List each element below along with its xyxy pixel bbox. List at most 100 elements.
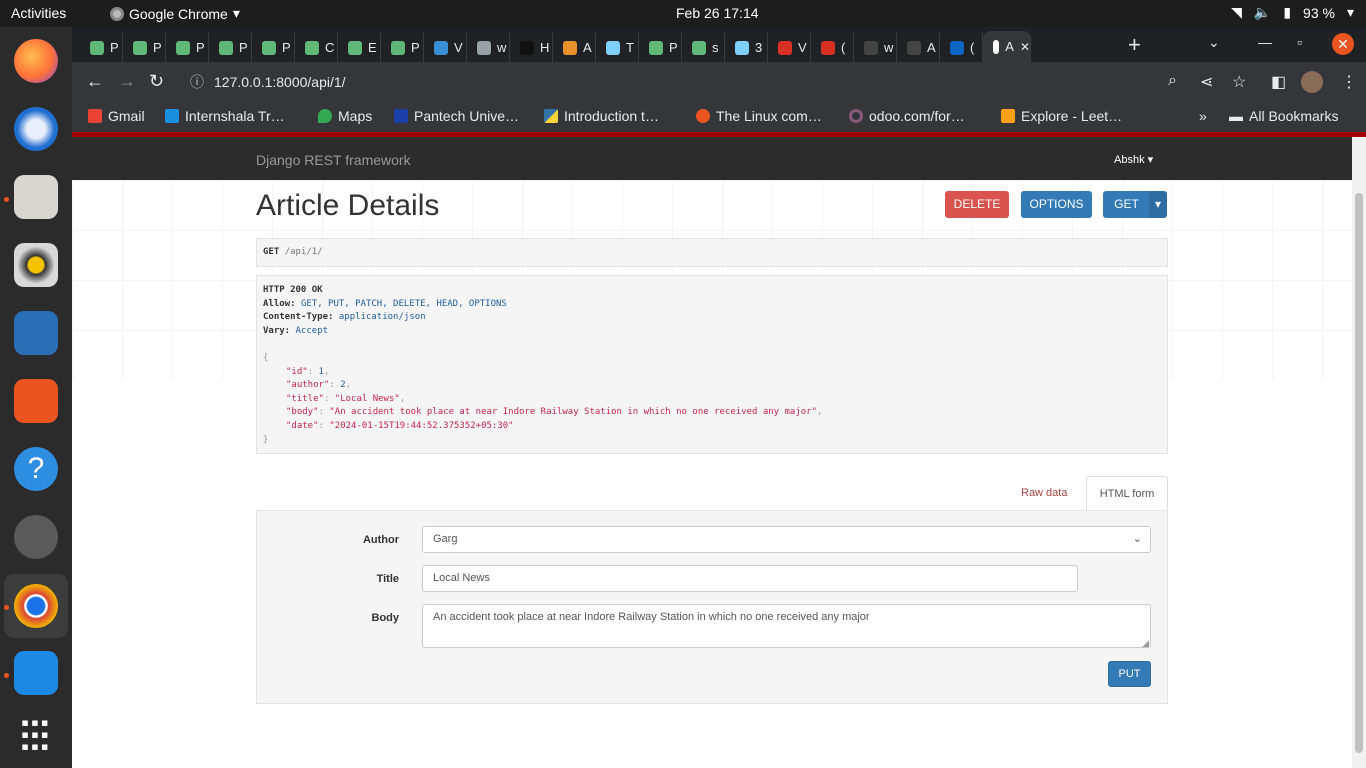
chevron-down-icon: ⌄ [1132, 533, 1142, 545]
browser-tab[interactable]: P [166, 33, 209, 62]
browser-tab[interactable]: 3 [725, 33, 768, 62]
browser-tab[interactable]: P [209, 33, 252, 62]
dock-chrome[interactable] [4, 574, 68, 638]
help-icon: ? [14, 447, 58, 491]
bookmark-maps[interactable]: Maps [318, 108, 372, 124]
tab-favicon-icon [305, 40, 319, 55]
dock-thunderbird[interactable] [10, 103, 62, 155]
gmail-icon [88, 109, 102, 123]
zoom-icon[interactable]: ⌕ [1168, 72, 1177, 90]
address-bar[interactable]: ⓘ 127.0.0.1:8000/api/1/ [180, 67, 1230, 97]
reload-button[interactable]: ↻ [149, 71, 164, 92]
dock-rhythmbox[interactable] [10, 239, 62, 291]
forward-button[interactable]: → [118, 71, 136, 92]
delete-button[interactable]: DELETE [945, 191, 1009, 218]
browser-tab[interactable]: T [596, 33, 639, 62]
browser-tab[interactable]: H [510, 33, 553, 62]
get-button[interactable]: GET [1103, 191, 1150, 218]
app-menu[interactable]: Google Chrome ▾ [110, 5, 240, 22]
bookmark-gmail[interactable]: Gmail [88, 108, 145, 124]
bookmark-leetcode[interactable]: Explore - Leet… [1001, 108, 1122, 124]
tab-search-icon[interactable]: ⌄ [1208, 34, 1220, 51]
browser-tab[interactable]: s [682, 33, 725, 62]
author-select[interactable]: Garg ⌄ [422, 526, 1151, 553]
scrollbar[interactable] [1352, 137, 1366, 768]
browser-tab[interactable]: w [467, 33, 510, 62]
bookmark-odoo[interactable]: odoo.com/for… [849, 108, 965, 124]
body-textarea[interactable]: An accident took place at near Indore Ra… [422, 604, 1151, 648]
site-info-icon[interactable]: ⓘ [190, 67, 204, 97]
tab-favicon-icon [778, 40, 792, 55]
tab-html-form[interactable]: HTML form [1086, 476, 1168, 510]
share-icon[interactable]: ⋖ [1200, 72, 1213, 92]
activities-button[interactable]: Activities [11, 5, 66, 21]
bookmark-pantech[interactable]: Pantech Unive… [394, 108, 519, 124]
tab-favicon-icon [219, 40, 233, 55]
browser-tab[interactable]: ( [811, 33, 854, 62]
browser-tab[interactable]: P [381, 33, 424, 62]
bookmark-internshala[interactable]: Internshala Tr… [165, 108, 285, 124]
side-panel-icon[interactable]: ◧ [1271, 72, 1286, 92]
python-icon [544, 109, 558, 123]
thunderbird-icon [14, 107, 58, 151]
maximize-button[interactable]: ▫ [1297, 34, 1302, 50]
close-tab-icon[interactable]: ✕ [1020, 40, 1030, 54]
tab-favicon-icon [864, 40, 878, 55]
clock[interactable]: Feb 26 17:14 [676, 5, 759, 21]
back-button[interactable]: ← [86, 71, 104, 92]
bookmarks-overflow[interactable]: » [1199, 108, 1207, 124]
bookmark-linux[interactable]: The Linux com… [696, 108, 822, 124]
writer-icon [14, 311, 58, 355]
title-label: Title [376, 573, 399, 585]
resize-handle[interactable]: ◢ [1142, 638, 1149, 649]
minimize-button[interactable]: — [1258, 34, 1272, 50]
system-tray[interactable]: ◥ 🔈 ▮ 93 % ▾ [1231, 4, 1354, 21]
tab-title: A [1005, 39, 1014, 54]
running-indicator [4, 197, 9, 202]
new-tab-button[interactable]: + [1128, 32, 1141, 58]
browser-tab[interactable]: P [639, 33, 682, 62]
tab-title: w [497, 40, 507, 55]
dock-help[interactable]: ? [10, 443, 62, 495]
browser-tab[interactable]: A [897, 33, 940, 62]
browser-tab[interactable]: P [80, 33, 123, 62]
browser-tab[interactable]: E [338, 33, 381, 62]
put-form: Author Garg ⌄ Title Local News Body An a… [256, 510, 1168, 704]
show-apps-button[interactable]: ▪▪▪ ▪▪▪ ▪▪▪ [10, 709, 62, 761]
all-bookmarks[interactable]: ▬ All Bookmarks [1229, 108, 1338, 124]
browser-tab[interactable]: A [553, 33, 596, 62]
scrollbar-thumb[interactable] [1355, 193, 1363, 753]
folder-icon: ▬ [1229, 108, 1243, 124]
dock-firefox[interactable] [10, 35, 62, 87]
options-button[interactable]: OPTIONS [1021, 191, 1092, 218]
dock-app-center[interactable] [10, 375, 62, 427]
browser-tab[interactable]: A ✕ [983, 31, 1031, 62]
tab-favicon-icon [391, 40, 405, 55]
request-method: GET [263, 247, 280, 257]
vary-header: Accept [295, 325, 329, 336]
avatar[interactable] [1301, 71, 1323, 93]
tab-title: P [110, 40, 119, 55]
browser-tab[interactable]: V [424, 33, 467, 62]
pantech-icon [394, 109, 408, 123]
dock-updater[interactable] [10, 511, 62, 563]
browser-tab[interactable]: ( [940, 33, 983, 62]
browser-tab[interactable]: w [854, 33, 897, 62]
browser-tab[interactable]: V [768, 33, 811, 62]
browser-tab[interactable]: C [295, 33, 338, 62]
get-format-dropdown[interactable]: ▾ [1149, 191, 1167, 218]
browser-tab[interactable]: P [123, 33, 166, 62]
put-button[interactable]: PUT [1108, 661, 1151, 687]
dock-writer[interactable] [10, 307, 62, 359]
browser-tab[interactable]: P [252, 33, 295, 62]
brand-link[interactable]: Django REST framework [256, 152, 411, 168]
bookmark-star-icon[interactable]: ☆ [1232, 72, 1246, 92]
dock-vscode[interactable] [10, 647, 62, 699]
menu-icon[interactable]: ⋮ [1341, 72, 1357, 92]
bookmark-python[interactable]: Introduction t… [544, 108, 659, 124]
dock-files[interactable] [10, 171, 62, 223]
close-window-button[interactable]: ✕ [1332, 33, 1354, 55]
tab-raw-data[interactable]: Raw data [1021, 487, 1067, 499]
title-input[interactable]: Local News [422, 565, 1078, 592]
user-menu[interactable]: Abshk ▾ [1114, 153, 1153, 166]
